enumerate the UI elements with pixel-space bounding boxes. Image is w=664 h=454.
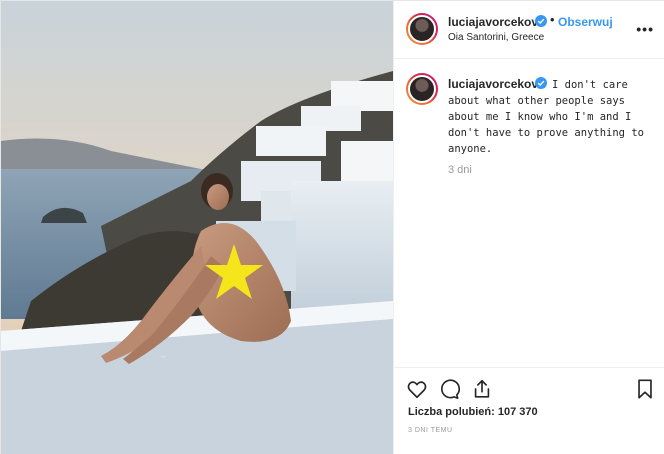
svg-text:~: ~ bbox=[160, 352, 166, 362]
instagram-post: ~ luciajavorcekova • Obserwuj Oia Santor… bbox=[0, 0, 664, 454]
share-icon[interactable] bbox=[471, 378, 493, 400]
photo-scene: ~ bbox=[1, 1, 393, 454]
verified-badge-icon bbox=[535, 77, 547, 89]
caption-username[interactable]: luciajavorcekova bbox=[448, 77, 545, 91]
header-separator: • bbox=[550, 12, 555, 27]
likes-count[interactable]: Liczba polubień: 107 370 bbox=[408, 406, 538, 418]
caption-avatar[interactable] bbox=[406, 73, 438, 105]
post-header: luciajavorcekova • Obserwuj Oia Santorin… bbox=[394, 1, 664, 59]
post-side-panel: luciajavorcekova • Obserwuj Oia Santorin… bbox=[393, 1, 664, 454]
post-photo[interactable]: ~ bbox=[1, 1, 393, 454]
bookmark-icon[interactable] bbox=[634, 378, 656, 400]
verified-badge-icon bbox=[535, 15, 547, 27]
action-bar bbox=[394, 367, 664, 407]
author-username[interactable]: luciajavorcekova bbox=[448, 15, 545, 29]
heart-icon[interactable] bbox=[406, 378, 428, 400]
caption-time-ago[interactable]: 3 dni bbox=[448, 164, 472, 176]
comment-icon[interactable] bbox=[438, 378, 461, 400]
follow-button[interactable]: Obserwuj bbox=[558, 15, 613, 29]
post-location[interactable]: Oia Santorini, Greece bbox=[448, 32, 544, 43]
author-avatar[interactable] bbox=[406, 13, 438, 45]
more-options-icon[interactable]: ••• bbox=[636, 21, 654, 37]
posted-timestamp[interactable]: 3 DNI TEMU bbox=[408, 427, 453, 434]
